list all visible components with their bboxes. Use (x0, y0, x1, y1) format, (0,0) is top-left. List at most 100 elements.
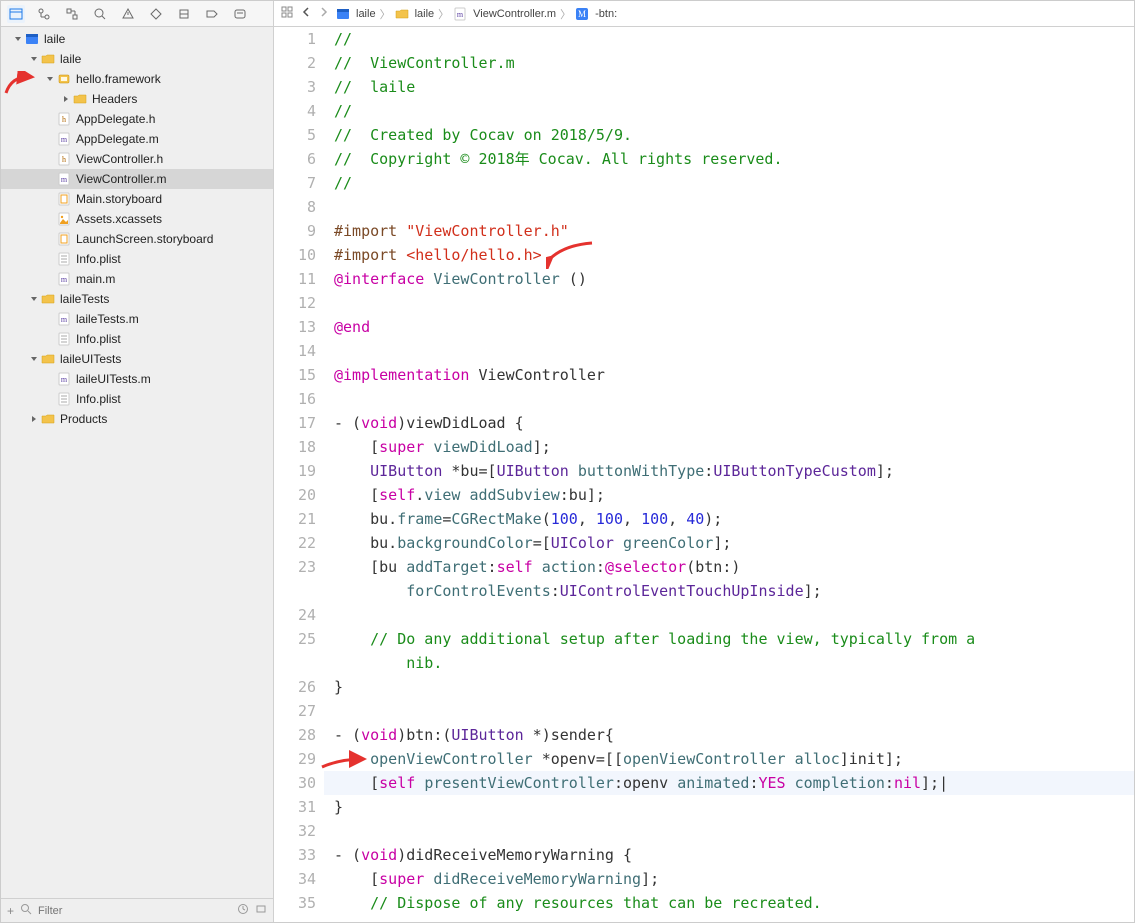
disclosure-triangle[interactable] (29, 55, 38, 64)
code-line[interactable]: 16 (274, 387, 1134, 411)
code-line[interactable]: 9#import "ViewController.h" (274, 219, 1134, 243)
code-text[interactable]: forControlEvents:UIControlEventTouchUpIn… (324, 579, 1134, 603)
tree-item-main-storyboard[interactable]: Main.storyboard (1, 189, 273, 209)
code-line[interactable]: 4// (274, 99, 1134, 123)
breadcrumb-item[interactable]: mViewController.m (453, 7, 556, 21)
code-line[interactable]: forControlEvents:UIControlEventTouchUpIn… (274, 579, 1134, 603)
disclosure-triangle[interactable] (29, 355, 38, 364)
project-navigator-tab[interactable] (7, 5, 25, 23)
code-text[interactable]: @interface ViewController () (324, 267, 1134, 291)
tree-item-laile[interactable]: laile (1, 49, 273, 69)
code-text[interactable]: // laile (324, 75, 1134, 99)
breadcrumb-item[interactable]: M-btn: (575, 7, 617, 21)
code-text[interactable]: - (void)btn:(UIButton *)sender{ (324, 723, 1134, 747)
code-line[interactable]: 25 // Do any additional setup after load… (274, 627, 1134, 651)
code-line[interactable]: 27 (274, 699, 1134, 723)
tree-item-lailetests-m[interactable]: mlaileTests.m (1, 309, 273, 329)
code-text[interactable]: // Created by Cocav on 2018/5/9. (324, 123, 1134, 147)
code-text[interactable]: // ViewController.m (324, 51, 1134, 75)
debug-navigator-tab[interactable] (175, 5, 193, 23)
code-text[interactable]: @implementation ViewController (324, 363, 1134, 387)
code-text[interactable]: @end (324, 315, 1134, 339)
code-text[interactable]: bu.backgroundColor=[UIColor greenColor]; (324, 531, 1134, 555)
code-line[interactable]: 1// (274, 27, 1134, 51)
code-text[interactable]: [self.view addSubview:bu]; (324, 483, 1134, 507)
issue-navigator-tab[interactable] (119, 5, 137, 23)
code-line[interactable]: 34 [super didReceiveMemoryWarning]; (274, 867, 1134, 891)
tree-item-info-plist[interactable]: Info.plist (1, 389, 273, 409)
code-text[interactable] (324, 819, 1134, 843)
code-text[interactable]: // Copyright © 2018年 Cocav. All rights r… (324, 147, 1134, 171)
code-line[interactable]: 5// Created by Cocav on 2018/5/9. (274, 123, 1134, 147)
code-text[interactable] (324, 387, 1134, 411)
code-line[interactable]: 12 (274, 291, 1134, 315)
code-text[interactable]: openViewController *openv=[[openViewCont… (324, 747, 1134, 771)
code-text[interactable]: } (324, 795, 1134, 819)
tree-item-products[interactable]: Products (1, 409, 273, 429)
code-line[interactable]: 13@end (274, 315, 1134, 339)
recent-filter-icon[interactable] (237, 903, 249, 918)
code-line[interactable]: 28- (void)btn:(UIButton *)sender{ (274, 723, 1134, 747)
code-text[interactable] (324, 291, 1134, 315)
code-text[interactable] (324, 339, 1134, 363)
tree-item-laileuitests-m[interactable]: mlaileUITests.m (1, 369, 273, 389)
code-text[interactable]: nib. (324, 651, 1134, 675)
code-line[interactable]: 17- (void)viewDidLoad { (274, 411, 1134, 435)
test-navigator-tab[interactable] (147, 5, 165, 23)
code-text[interactable]: // (324, 99, 1134, 123)
filter-input[interactable] (38, 905, 231, 917)
tree-item-headers[interactable]: Headers (1, 89, 273, 109)
find-navigator-tab[interactable] (91, 5, 109, 23)
tree-item-lailetests[interactable]: laileTests (1, 289, 273, 309)
breadcrumb-item[interactable]: laile (336, 7, 376, 21)
code-line[interactable]: 35 // Dispose of any resources that can … (274, 891, 1134, 915)
code-line[interactable]: 24 (274, 603, 1134, 627)
add-button[interactable]: + (7, 904, 14, 918)
code-line[interactable]: 21 bu.frame=CGRectMake(100, 100, 100, 40… (274, 507, 1134, 531)
disclosure-triangle[interactable] (61, 95, 70, 104)
code-text[interactable]: [self presentViewController:openv animat… (324, 771, 1134, 795)
code-text[interactable]: bu.frame=CGRectMake(100, 100, 100, 40); (324, 507, 1134, 531)
code-line[interactable]: 29 openViewController *openv=[[openViewC… (274, 747, 1134, 771)
code-line[interactable]: 30 [self presentViewController:openv ani… (274, 771, 1134, 795)
code-text[interactable]: #import "ViewController.h" (324, 219, 1134, 243)
code-line[interactable]: 2// ViewController.m (274, 51, 1134, 75)
code-line[interactable]: 31} (274, 795, 1134, 819)
code-text[interactable]: [super didReceiveMemoryWarning]; (324, 867, 1134, 891)
disclosure-triangle[interactable] (29, 415, 38, 424)
code-line[interactable]: 33- (void)didReceiveMemoryWarning { (274, 843, 1134, 867)
code-text[interactable]: [super viewDidLoad]; (324, 435, 1134, 459)
code-line[interactable]: 14 (274, 339, 1134, 363)
tree-item-main-m[interactable]: mmain.m (1, 269, 273, 289)
scm-filter-icon[interactable] (255, 903, 267, 918)
code-text[interactable]: } (324, 675, 1134, 699)
tree-item-hello-framework[interactable]: hello.framework (1, 69, 273, 89)
tree-item-appdelegate-m[interactable]: mAppDelegate.m (1, 129, 273, 149)
code-text[interactable]: // Dispose of any resources that can be … (324, 891, 1134, 915)
tree-item-laile[interactable]: laile (1, 29, 273, 49)
code-text[interactable] (324, 699, 1134, 723)
code-line[interactable]: 7// (274, 171, 1134, 195)
disclosure-triangle[interactable] (13, 35, 22, 44)
tree-item-info-plist[interactable]: Info.plist (1, 249, 273, 269)
code-text[interactable]: UIButton *bu=[UIButton buttonWithType:UI… (324, 459, 1134, 483)
code-line[interactable]: 23 [bu addTarget:self action:@selector(b… (274, 555, 1134, 579)
code-line[interactable]: 10#import <hello/hello.h> (274, 243, 1134, 267)
code-line[interactable]: 15@implementation ViewController (274, 363, 1134, 387)
code-text[interactable] (324, 195, 1134, 219)
report-navigator-tab[interactable] (231, 5, 249, 23)
code-line[interactable]: 22 bu.backgroundColor=[UIColor greenColo… (274, 531, 1134, 555)
code-line[interactable]: nib. (274, 651, 1134, 675)
code-line[interactable]: 32 (274, 819, 1134, 843)
code-line[interactable]: 6// Copyright © 2018年 Cocav. All rights … (274, 147, 1134, 171)
breakpoint-navigator-tab[interactable] (203, 5, 221, 23)
go-back-button[interactable] (300, 6, 312, 21)
code-line[interactable]: 18 [super viewDidLoad]; (274, 435, 1134, 459)
tree-item-viewcontroller-h[interactable]: hViewController.h (1, 149, 273, 169)
tree-item-assets-xcassets[interactable]: Assets.xcassets (1, 209, 273, 229)
code-line[interactable]: 26} (274, 675, 1134, 699)
related-items-icon[interactable] (280, 5, 294, 22)
code-line[interactable]: 3// laile (274, 75, 1134, 99)
code-line[interactable]: 11@interface ViewController () (274, 267, 1134, 291)
code-text[interactable]: // (324, 171, 1134, 195)
